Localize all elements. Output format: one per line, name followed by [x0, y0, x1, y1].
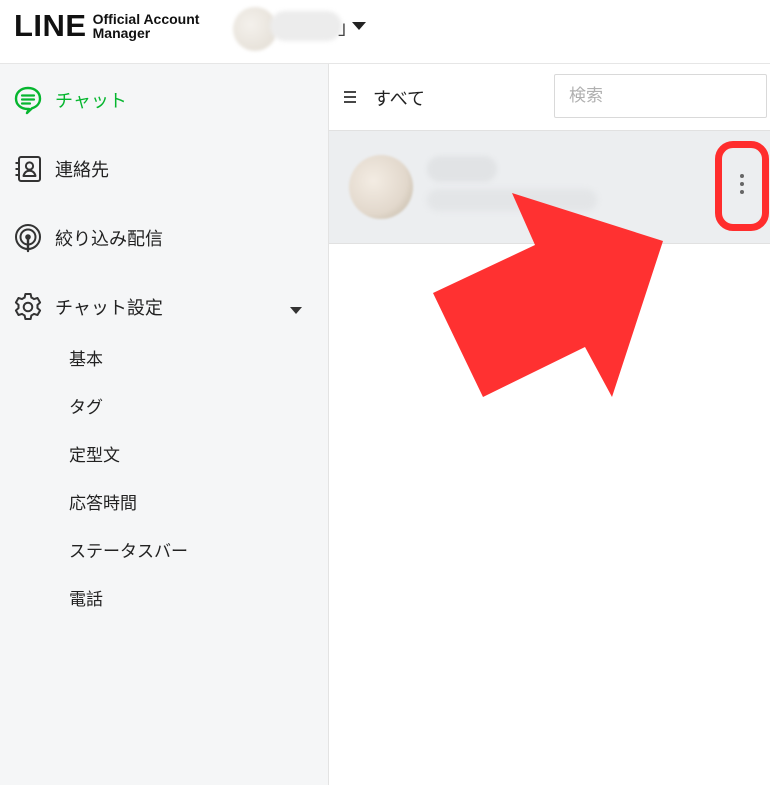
- chat-bubble-icon: [12, 84, 44, 116]
- avatar: [349, 155, 413, 219]
- settings-sub-item-basic[interactable]: 基本: [69, 345, 103, 370]
- line-oa-manager-logo[interactable]: LINE Official Account Manager: [14, 8, 200, 43]
- settings-sub-item-tags[interactable]: タグ: [69, 393, 103, 418]
- sidebar-item-targeted-broadcast[interactable]: 絞り込み配信: [12, 218, 163, 258]
- chevron-down-icon[interactable]: [290, 307, 302, 314]
- logo-line-text: LINE: [14, 8, 87, 43]
- chat-filter-dropdown[interactable]: すべて: [343, 85, 425, 111]
- sidebar-item-contacts-label: 連絡先: [55, 160, 109, 181]
- account-name-blurred: [270, 11, 342, 41]
- contacts-book-icon: [12, 153, 44, 185]
- sidebar-item-contacts[interactable]: 連絡先: [12, 149, 109, 189]
- settings-sub-item-status-bar[interactable]: ステータスバー: [69, 537, 188, 562]
- logo-subtitle-line2: Manager: [92, 25, 151, 41]
- chevron-down-icon[interactable]: [352, 22, 366, 30]
- vertical-ellipsis-icon: [740, 174, 744, 198]
- gear-icon: [12, 291, 44, 323]
- account-switcher[interactable]: ｣: [230, 6, 370, 51]
- settings-sub-item-templates[interactable]: 定型文: [69, 441, 120, 466]
- sidebar-item-targeted-broadcast-label: 絞り込み配信: [55, 229, 163, 250]
- sidebar: チャット 連絡先 絞り込み配信 チャット設定 基本 タグ 定型文 応答時間 ステ…: [0, 64, 329, 785]
- account-name-tail: ｣: [338, 17, 348, 39]
- settings-sub-item-phone[interactable]: 電話: [69, 585, 103, 610]
- sidebar-item-chat[interactable]: チャット: [12, 80, 127, 120]
- settings-sub-item-response-hours[interactable]: 応答時間: [69, 489, 137, 514]
- chat-contact-name-blurred: [427, 156, 497, 182]
- chat-list-item[interactable]: [329, 130, 770, 244]
- chat-list-panel: すべて: [329, 64, 770, 785]
- sidebar-item-chat-settings-label: チャット設定: [55, 298, 163, 319]
- top-header: LINE Official Account Manager ｣: [0, 0, 770, 64]
- chat-filter-label: すべて: [373, 89, 426, 110]
- sidebar-item-chat-label: チャット: [55, 91, 127, 112]
- broadcast-signal-icon: [12, 222, 44, 254]
- logo-subtitle: Official Account Manager: [93, 12, 200, 40]
- search-input[interactable]: [554, 74, 767, 118]
- hamburger-menu-icon: [343, 88, 361, 109]
- chat-message-preview-blurred: [427, 189, 597, 211]
- sidebar-item-chat-settings[interactable]: チャット設定: [12, 287, 163, 327]
- chat-more-options-button[interactable]: [715, 141, 769, 231]
